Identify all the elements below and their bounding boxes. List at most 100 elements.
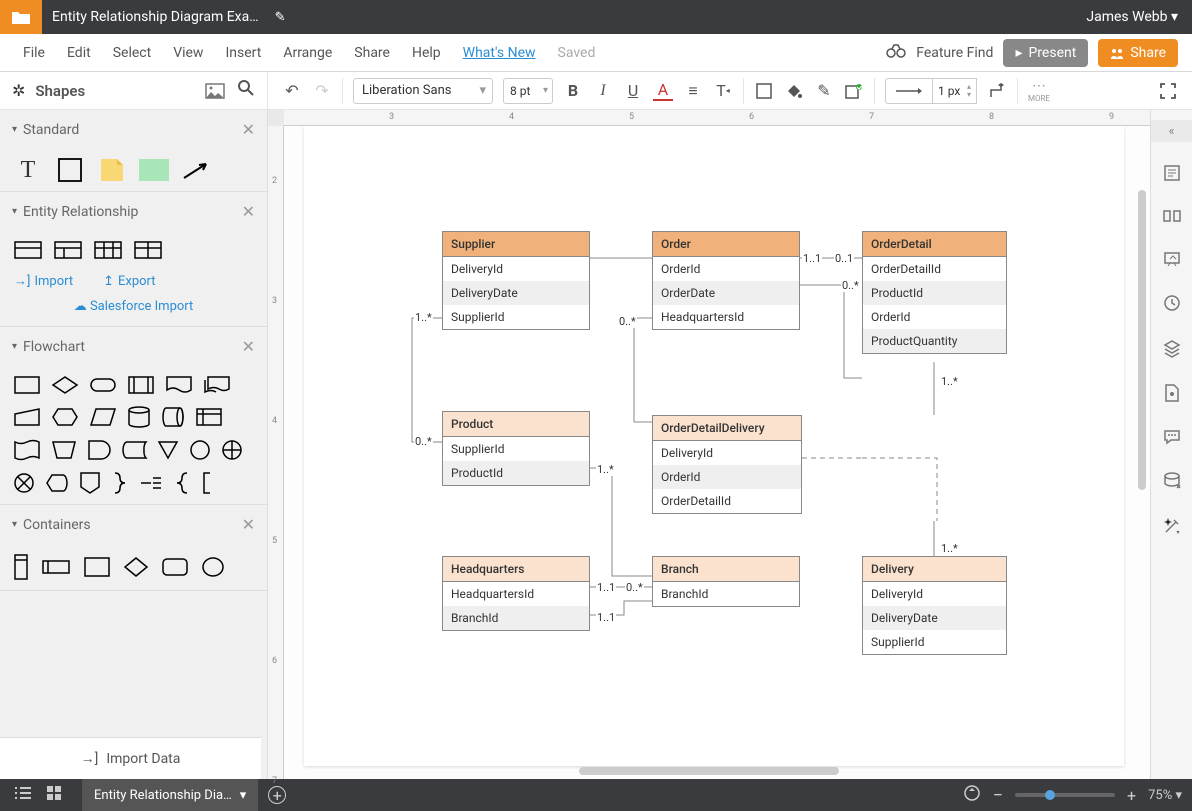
chat-icon[interactable] (1163, 429, 1181, 450)
share-button[interactable]: Share (1098, 39, 1178, 67)
fc-sum[interactable] (14, 473, 34, 493)
user-menu[interactable]: James Webb ▾ (1072, 9, 1192, 25)
fc-document[interactable] (166, 376, 192, 394)
line-width-select[interactable]: 1 px▴▾ (933, 78, 977, 104)
fc-multidoc[interactable] (204, 376, 230, 394)
image-icon[interactable] (205, 81, 225, 101)
more-button[interactable]: ⋯MORE (1028, 78, 1050, 103)
fc-brace-r[interactable] (112, 472, 128, 494)
entity-orderdetail[interactable]: OrderDetailOrderDetailIdProductIdOrderId… (862, 231, 1007, 354)
binoculars-icon[interactable] (886, 43, 906, 62)
close-icon[interactable]: ✕ (242, 202, 255, 221)
fc-offpage[interactable] (80, 472, 100, 494)
section-containers[interactable]: ▾Containers✕ (0, 505, 267, 544)
search-icon[interactable] (237, 79, 255, 102)
note-shape[interactable] (98, 159, 126, 181)
entity-headquarters[interactable]: HeadquartersHeadquartersIdBranchId (442, 556, 590, 631)
fc-manualinput[interactable] (14, 408, 40, 426)
canvas-area[interactable]: 3456789 234567 (268, 110, 1150, 779)
fc-process[interactable] (14, 376, 40, 394)
close-icon[interactable]: ✕ (242, 337, 255, 356)
outline-icon[interactable] (14, 786, 32, 804)
fc-or[interactable] (222, 440, 242, 460)
shape-fill-icon[interactable] (754, 81, 774, 101)
collapse-icon[interactable]: « (1151, 120, 1192, 142)
fc-internal[interactable] (196, 408, 222, 426)
fc-bracket[interactable] (202, 472, 216, 494)
fc-database[interactable] (128, 406, 150, 428)
entity-orderdetaildelivery[interactable]: OrderDetailDeliveryDeliveryIdOrderIdOrde… (652, 415, 802, 514)
text-shape[interactable]: T (14, 159, 42, 181)
menu-help[interactable]: Help (403, 41, 450, 65)
slides-icon[interactable] (1163, 251, 1181, 272)
text-style-icon[interactable]: T◂ (713, 81, 733, 101)
fc-preparation[interactable] (52, 408, 78, 426)
zoom-slider[interactable] (1015, 793, 1115, 797)
import-data-button[interactable]: →] Import Data (0, 737, 261, 779)
rect-shape[interactable] (56, 159, 84, 181)
fontsize-select[interactable]: 8 pt (503, 78, 553, 104)
menu-share[interactable]: Share (345, 41, 399, 65)
notes-icon[interactable] (1163, 164, 1181, 187)
cn-diamond[interactable] (124, 557, 148, 577)
cn-lane-v[interactable] (14, 554, 28, 580)
fc-delay[interactable] (88, 440, 110, 460)
align-icon[interactable]: ≡ (683, 81, 703, 101)
close-icon[interactable]: ✕ (242, 515, 255, 534)
magic-icon[interactable] (1163, 517, 1181, 540)
menu-edit[interactable]: Edit (58, 41, 100, 65)
italic-icon[interactable]: I (593, 81, 613, 101)
feature-find[interactable]: Feature Find (916, 45, 993, 61)
block-shape[interactable] (140, 159, 168, 181)
text-color-icon[interactable]: A (653, 81, 673, 101)
section-er[interactable]: ▾Entity Relationship✕ (0, 192, 267, 231)
zoom-in[interactable]: + (1127, 786, 1136, 805)
fc-predefined[interactable] (128, 376, 154, 394)
fc-decision[interactable] (52, 376, 78, 394)
menu-whatsnew[interactable]: What's New (454, 41, 545, 65)
cn-circle[interactable] (202, 557, 224, 577)
arrow-shape[interactable] (182, 159, 210, 181)
fc-note[interactable] (140, 477, 162, 489)
sync-icon[interactable] (963, 784, 981, 806)
fill-icon[interactable] (784, 81, 804, 101)
folder-icon[interactable] (0, 0, 42, 34)
fc-connector[interactable] (190, 440, 210, 460)
diagram-canvas[interactable]: SupplierDeliveryIdDeliveryDateSupplierId… (304, 126, 1124, 766)
settings-icon[interactable]: ✲ (12, 81, 25, 100)
shape-options-icon[interactable] (844, 81, 864, 101)
document-title[interactable]: Entity Relationship Diagram Exa… (42, 9, 269, 25)
page-tab[interactable]: Entity Relationship Dia… ▾ (82, 779, 258, 811)
menu-view[interactable]: View (164, 41, 212, 65)
present-button[interactable]: ▸ Present (1003, 39, 1088, 67)
grid-icon[interactable] (46, 785, 62, 805)
close-icon[interactable]: ✕ (242, 120, 255, 139)
layers-icon[interactable] (1163, 339, 1181, 362)
zoom-out[interactable]: − (993, 785, 1003, 806)
cn-rounded[interactable] (162, 558, 188, 576)
line-style-select[interactable] (885, 78, 933, 104)
history-icon[interactable] (1163, 294, 1181, 317)
vscrollbar[interactable] (1138, 190, 1146, 490)
fc-manualop[interactable] (52, 441, 76, 459)
underline-icon[interactable]: U (623, 81, 643, 101)
section-flowchart[interactable]: ▾Flowchart✕ (0, 327, 267, 366)
menu-arrange[interactable]: Arrange (274, 41, 341, 65)
entity-order[interactable]: OrderOrderIdOrderDateHeadquartersId (652, 231, 800, 330)
er-entity3-shape[interactable] (94, 241, 122, 259)
fc-brace-l[interactable] (174, 472, 190, 494)
er-entity-shape[interactable] (14, 241, 42, 259)
fc-merge[interactable] (158, 441, 178, 459)
cn-lane-h[interactable] (42, 560, 70, 574)
menu-select[interactable]: Select (104, 41, 160, 65)
hscrollbar[interactable] (579, 767, 839, 775)
fc-paper[interactable] (14, 441, 40, 459)
export-button[interactable]: ↥ Export (103, 273, 155, 289)
fc-terminator[interactable] (90, 378, 116, 392)
entity-supplier[interactable]: SupplierDeliveryIdDeliveryDateSupplierId (442, 231, 590, 330)
zoom-level[interactable]: 75% ▾ (1148, 788, 1182, 803)
menu-insert[interactable]: Insert (216, 41, 270, 65)
fc-display[interactable] (46, 474, 68, 492)
entity-delivery[interactable]: DeliveryDeliveryIdDeliveryDateSupplierId (862, 556, 1007, 655)
add-page-button[interactable]: + (268, 786, 286, 804)
